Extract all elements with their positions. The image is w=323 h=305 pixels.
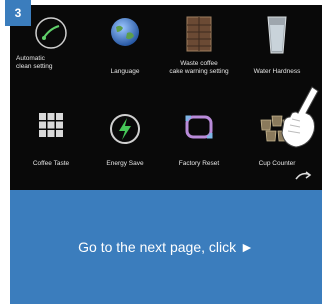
menu-item-language[interactable]: Language — [88, 15, 162, 95]
menu-item-label: Factory Reset — [178, 160, 220, 167]
next-page-arrow-icon[interactable] — [294, 169, 312, 183]
grid-icon — [39, 113, 63, 137]
lightning-icon — [110, 114, 140, 144]
menu-item-coffee-taste[interactable]: Coffee Taste — [14, 112, 88, 190]
menu-item-label: clean setting — [16, 63, 53, 70]
menu-item-label: Water Hardness — [253, 68, 301, 75]
water-glass-icon — [267, 16, 287, 54]
instruction-banner: Go to the next page, click ► — [10, 190, 322, 304]
menu-item-label: Waste coffee — [180, 60, 218, 67]
menu-item-label: Cup Counter — [258, 160, 296, 167]
menu-item-label: Energy Save — [106, 160, 144, 167]
tutorial-frame: Automatic clean setting Language Waste c… — [0, 0, 323, 305]
menu-item-label: Coffee Taste — [32, 160, 70, 167]
pointing-hand-icon — [281, 86, 319, 148]
menu-item-label: Language — [110, 68, 140, 75]
menu-item-label: Automatic — [16, 55, 45, 62]
menu-item-energy-save[interactable]: Energy Save — [88, 112, 162, 190]
step-number-badge: 3 — [5, 0, 31, 26]
menu-item-label: cake warning setting — [169, 68, 229, 75]
machine-screen: Automatic clean setting Language Waste c… — [10, 5, 322, 190]
menu-item-automatic-clean[interactable]: Automatic clean setting — [14, 15, 88, 95]
waste-bin-icon — [186, 16, 212, 52]
instruction-text: Go to the next page, click ► — [78, 239, 254, 255]
reset-icon — [185, 115, 213, 139]
menu-item-factory-reset[interactable]: Factory Reset — [162, 112, 236, 190]
menu-item-waste-coffee[interactable]: Waste coffee cake warning setting — [162, 15, 236, 95]
clean-icon — [35, 17, 67, 49]
globe-icon — [111, 18, 139, 46]
